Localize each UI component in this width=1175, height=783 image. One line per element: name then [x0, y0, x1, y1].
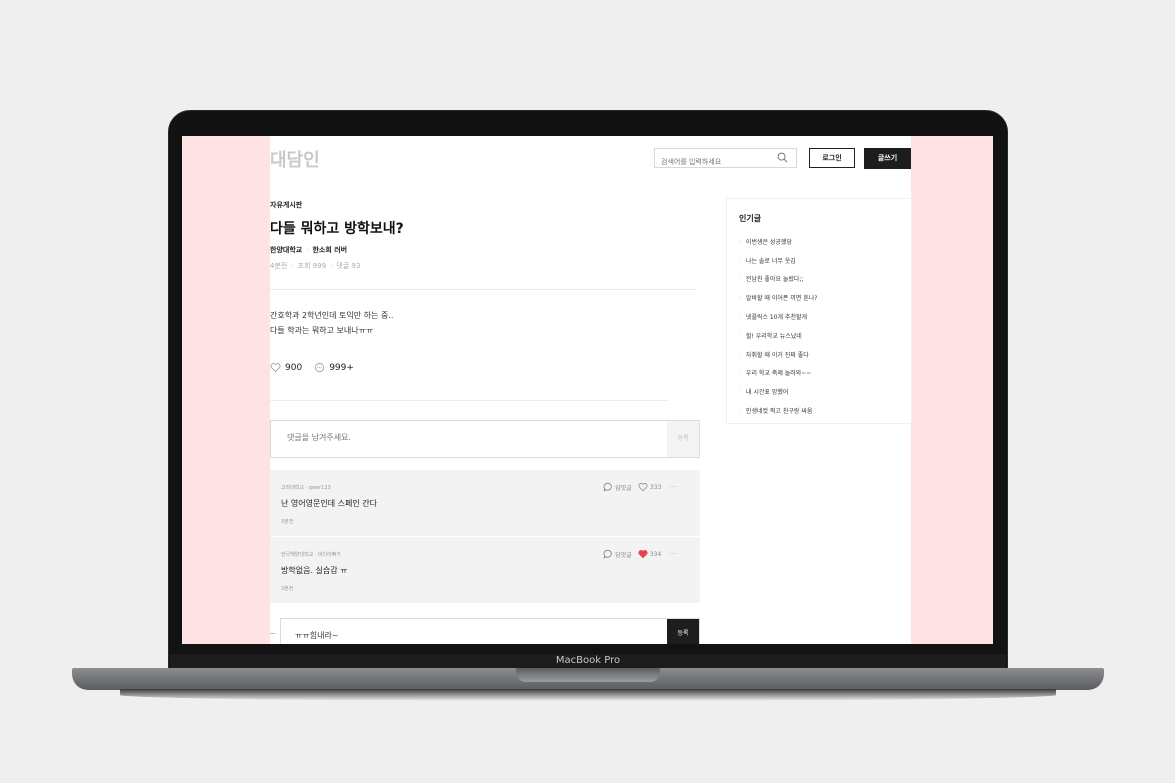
- separator: ·: [291, 262, 294, 270]
- login-button[interactable]: 로그인: [809, 148, 855, 168]
- popular-posts-panel: 인기글 · 이번생은 성공했당 · 나는 솔로 너무 웃김 · 전남친 좋아요 눌렀다…: [726, 198, 912, 424]
- more-options-icon[interactable]: ···: [669, 484, 678, 491]
- heart-filled-icon[interactable]: [638, 549, 648, 559]
- site-logo[interactable]: 대담인: [270, 146, 320, 172]
- bullet-icon: ·: [739, 369, 741, 377]
- heart-outline-icon[interactable]: [270, 362, 281, 373]
- separator: ·: [306, 246, 309, 254]
- popular-post-title[interactable]: 전남친 좋아요 눌렀다;;: [746, 274, 804, 283]
- search-bar[interactable]: [654, 148, 797, 171]
- reply-bubble-icon[interactable]: [603, 482, 613, 492]
- post-meta: 4분전 · 조회 999 · 댓글 93: [270, 261, 360, 271]
- separator: ·: [330, 262, 333, 270]
- comment-time: 3분전: [281, 519, 294, 525]
- post-views: 조회 999: [297, 262, 327, 270]
- popular-post-title[interactable]: 우리 학교 축제 놀러와~~: [746, 368, 811, 377]
- bullet-icon: ·: [739, 313, 741, 321]
- post-title: 다들 뭐하고 방학보내?: [270, 221, 404, 237]
- web-page: 대담인 로그인 글쓰기 자유게시판 다들 뭐하고 방학보내? 한양대학교·한소희…: [270, 136, 912, 644]
- comment-time: 3분전: [281, 586, 294, 592]
- popular-post-title[interactable]: 내 시간표 망했어: [746, 387, 788, 396]
- post-category[interactable]: 자유게시판: [270, 200, 302, 210]
- post-body-line: 다들 학과는 뭐하고 보내나ㅠㅠ: [270, 326, 374, 335]
- device-label: MacBook Pro: [555, 655, 621, 666]
- popular-post-title[interactable]: 알바할 때 이어폰 끼면 혼나?: [746, 293, 818, 302]
- post-time: 4분전: [270, 262, 288, 270]
- post-like-count: 900: [285, 362, 303, 373]
- post-reactions: 900 999+: [270, 362, 354, 373]
- comment-text: 방학없음. 실습감 ㅠ: [281, 566, 348, 575]
- popular-post-title[interactable]: 자취할 때 이거 진짜 좋다: [746, 350, 809, 359]
- post-comment-total: 999+: [329, 362, 354, 373]
- comment-item: 한국해양대학교 · 바다아빠가 방학없음. 실습감 ㅠ 3분전 답맛글 334 …: [270, 537, 700, 603]
- comment-author: 한국해양대학교 · 바다아빠가: [281, 552, 341, 558]
- popular-post-item[interactable]: · 자취할 때 이거 진짜 좋다: [739, 345, 817, 364]
- popular-post-title[interactable]: 넷플릭스 10개 추천할게: [746, 312, 807, 321]
- popular-posts-list: · 이번생은 성공했당 · 나는 솔로 너무 웃김 · 전남친 좋아요 눌렀다;; ·…: [739, 232, 817, 420]
- laptop-screen: 대담인 로그인 글쓰기 자유게시판 다들 뭐하고 방학보내? 한양대학교·한소희…: [182, 136, 993, 644]
- reply-bubble-icon[interactable]: [603, 549, 613, 559]
- comment-bubble-icon[interactable]: [314, 362, 325, 373]
- comment-input[interactable]: [287, 433, 657, 442]
- comment-like-count: 333: [649, 483, 662, 491]
- post-author-line: 한양대학교 · 한소희 러버: [270, 245, 347, 255]
- post-school: 한양대학교: [270, 246, 303, 254]
- popular-post-title[interactable]: 이번생은 성공했당: [746, 237, 792, 246]
- reply-indent-mark: [270, 633, 275, 634]
- popular-post-item[interactable]: · 넷플릭스 10개 추천할게: [739, 307, 817, 326]
- popular-post-title[interactable]: 헐! 우리학교 뉴스났네: [746, 331, 802, 340]
- bullet-icon: ·: [739, 407, 741, 415]
- reply-button[interactable]: 답맛글: [615, 483, 632, 492]
- laptop-notch: [516, 668, 660, 682]
- comment-like-count: 334: [649, 550, 662, 558]
- more-options-icon[interactable]: ···: [669, 551, 678, 558]
- reply-button[interactable]: 답맛글: [615, 550, 632, 559]
- comment-actions: 답맛글 334 ···: [603, 549, 678, 559]
- search-input[interactable]: [655, 153, 773, 171]
- laptop-shadow: [120, 689, 1056, 701]
- bullet-icon: ·: [739, 256, 741, 264]
- bullet-icon: ·: [739, 388, 741, 396]
- popular-post-item[interactable]: · 헐! 우리학교 뉴스났네: [739, 326, 817, 345]
- reply-form: 등록: [280, 618, 700, 644]
- post-comment-count: 댓글 93: [336, 262, 361, 270]
- bullet-icon: ·: [739, 275, 741, 283]
- popular-post-item[interactable]: · 인생네컷 찍고 친구랑 싸움: [739, 401, 817, 420]
- popular-post-item[interactable]: · 내 시간표 망했어: [739, 382, 817, 401]
- bullet-icon: ·: [739, 294, 741, 302]
- reply-submit-button[interactable]: 등록: [667, 619, 699, 644]
- bullet-icon: ·: [739, 331, 741, 339]
- popular-posts-title: 인기글: [739, 214, 762, 223]
- popular-post-item[interactable]: · 이번생은 성공했당: [739, 232, 817, 251]
- search-icon[interactable]: [777, 152, 788, 163]
- popular-post-title[interactable]: 나는 솔로 너무 웃김: [746, 256, 796, 265]
- bullet-icon: ·: [739, 237, 741, 245]
- comment-actions: 답맛글 333 ···: [603, 482, 678, 492]
- comment-text: 난 영어영문인데 스페인 간다: [281, 499, 377, 508]
- popular-post-title[interactable]: 인생네컷 찍고 친구랑 싸움: [746, 406, 812, 415]
- post-body-line: 간호학과 2학년인데 토익만 하는 중..: [270, 311, 394, 320]
- popular-post-item[interactable]: · 우리 학교 축제 놀러와~~: [739, 364, 817, 383]
- heart-outline-icon[interactable]: [638, 482, 648, 492]
- post-body: 간호학과 2학년인데 토익만 하는 중.. 다들 학과는 뭐하고 보내나ㅠㅠ: [270, 308, 393, 338]
- comment-form: 등록: [270, 420, 700, 458]
- popular-post-item[interactable]: · 전남친 좋아요 눌렀다;;: [739, 270, 817, 289]
- bullet-icon: ·: [739, 350, 741, 358]
- comment-item: 고려대학교 · qwer123 난 영어영문인데 스페인 간다 3분전 답맛글 …: [270, 470, 700, 536]
- write-button[interactable]: 글쓰기: [864, 148, 911, 169]
- post-author: 한소희 러버: [312, 246, 348, 254]
- comment-author: 고려대학교 · qwer123: [281, 485, 331, 491]
- divider: [270, 289, 697, 290]
- reply-input[interactable]: [295, 631, 655, 640]
- comment-submit-button[interactable]: 등록: [667, 421, 699, 457]
- popular-post-item[interactable]: · 알바할 때 이어폰 끼면 혼나?: [739, 288, 817, 307]
- divider: [270, 400, 668, 401]
- popular-post-item[interactable]: · 나는 솔로 너무 웃김: [739, 251, 817, 270]
